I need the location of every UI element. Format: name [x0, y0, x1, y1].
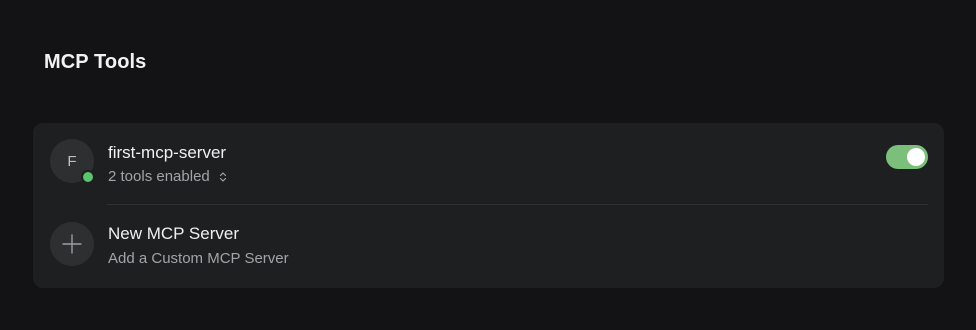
tools-summary-text: 2 tools enabled [108, 168, 210, 185]
new-server-title: New MCP Server [108, 224, 239, 243]
toggle-knob [907, 148, 925, 166]
server-enabled-toggle[interactable] [886, 145, 928, 169]
status-online-dot [81, 170, 95, 184]
mcp-servers-card: F first-mcp-server 2 tools enabled New M… [33, 123, 944, 288]
server-avatar-letter: F [67, 152, 77, 170]
new-server-subtitle: Add a Custom MCP Server [108, 250, 289, 267]
tools-summary-dropdown[interactable]: 2 tools enabled [108, 168, 228, 185]
mcp-server-row[interactable]: F first-mcp-server 2 tools enabled [33, 123, 944, 203]
server-avatar: F [50, 139, 95, 184]
section-title: MCP Tools [44, 51, 147, 73]
chevron-up-down-icon [219, 171, 226, 182]
new-mcp-server-row[interactable]: New MCP Server Add a Custom MCP Server [33, 204, 944, 284]
server-name: first-mcp-server [108, 143, 227, 162]
mcp-tools-page: MCP Tools F first-mcp-server 2 tools ena… [0, 0, 976, 330]
plus-icon [62, 234, 82, 254]
add-server-avatar [50, 222, 94, 266]
